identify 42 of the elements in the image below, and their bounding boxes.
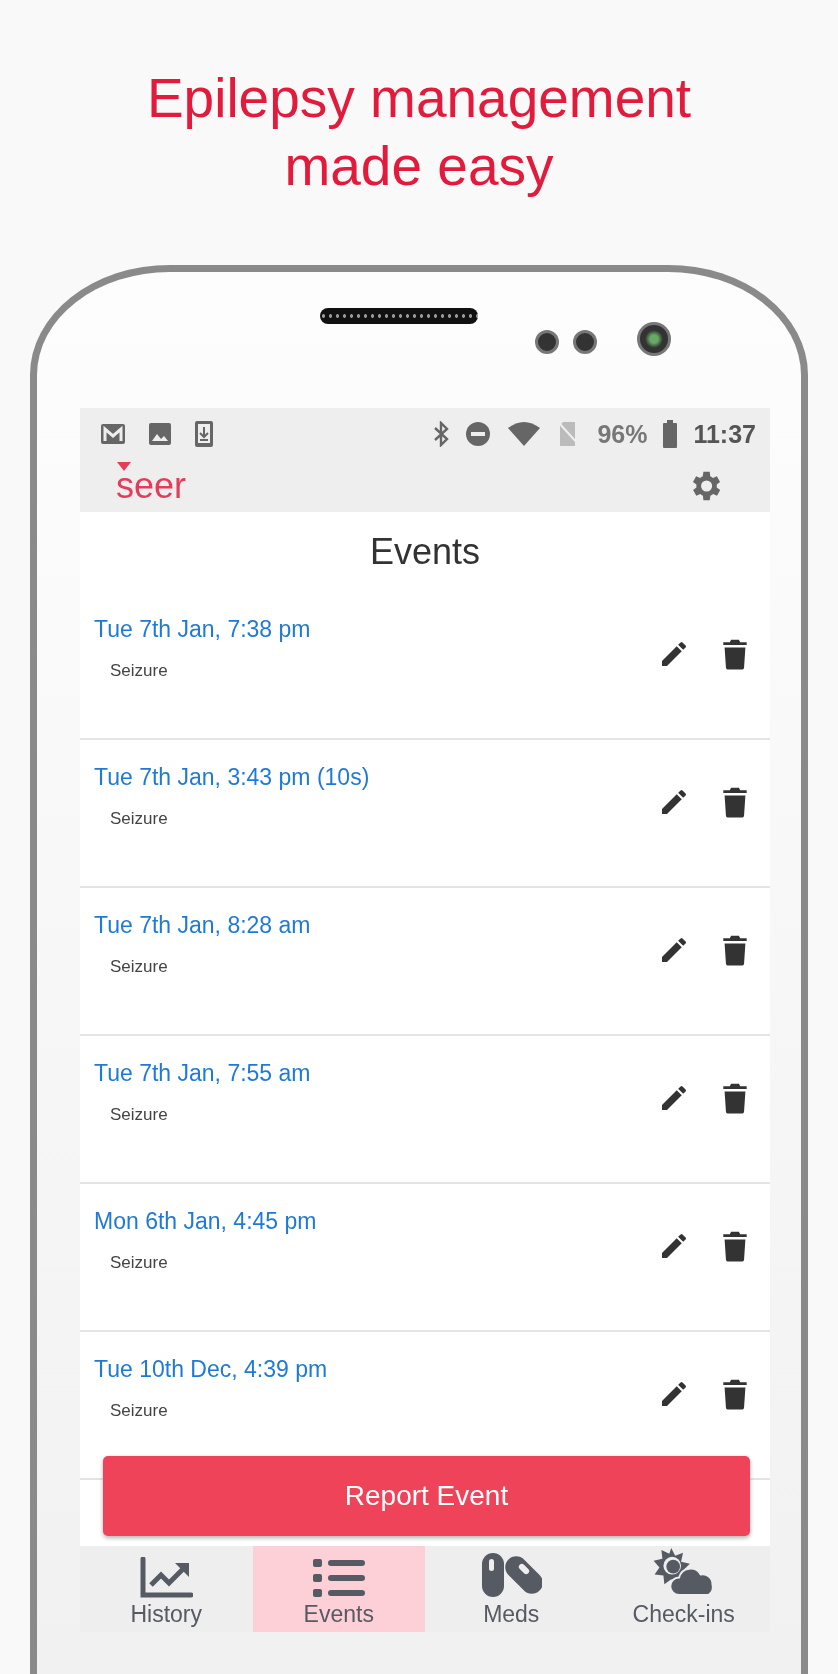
sensor: [535, 330, 559, 354]
pills-icon: [480, 1551, 543, 1599]
event-date[interactable]: Tue 7th Jan, 7:55 am: [94, 1060, 311, 1087]
event-type: Seizure: [110, 1253, 168, 1273]
sensor: [573, 330, 597, 354]
report-event-button[interactable]: Report Event: [103, 1456, 750, 1536]
delete-icon[interactable]: [722, 1378, 748, 1410]
clock: 11:37: [693, 419, 756, 449]
logo-mark-icon: [117, 462, 131, 471]
nav-tab[interactable]: Meds: [425, 1546, 598, 1632]
event-type: Seizure: [110, 809, 168, 829]
page-title: Events: [369, 531, 481, 573]
nav-tab[interactable]: Events: [252, 1546, 425, 1632]
delete-icon[interactable]: [722, 786, 748, 818]
list-icon: [310, 1557, 367, 1599]
nav-tab[interactable]: Check-ins: [597, 1546, 770, 1632]
delete-icon[interactable]: [722, 1082, 748, 1114]
event-type: Seizure: [110, 661, 168, 681]
battery-icon: [663, 420, 678, 448]
event-date[interactable]: Mon 6th Jan, 4:45 pm: [94, 1208, 317, 1235]
do-not-disturb-icon: [465, 421, 492, 447]
event-type: Seizure: [110, 1105, 168, 1125]
wifi-icon: [507, 421, 542, 447]
mail-icon: [100, 423, 126, 445]
delete-icon[interactable]: [722, 934, 748, 966]
logo: seer: [116, 466, 187, 506]
delete-icon[interactable]: [722, 1230, 748, 1262]
nav-tab[interactable]: History: [80, 1546, 253, 1632]
headline: Epilepsy management made easy: [145, 66, 693, 199]
event-type: Seizure: [110, 1401, 168, 1421]
event-date[interactable]: Tue 7th Jan, 8:28 am: [94, 912, 311, 939]
camera-lens: [637, 322, 671, 356]
chart-icon: [139, 1557, 194, 1599]
event-date[interactable]: Tue 7th Jan, 3:43 pm (10s): [94, 764, 370, 791]
event-date[interactable]: Tue 10th Dec, 4:39 pm: [94, 1356, 328, 1383]
battery-percent: 96%: [597, 419, 648, 449]
bluetooth-icon: [433, 421, 450, 447]
event-type: Seizure: [110, 957, 168, 977]
image-icon: [148, 422, 172, 446]
delete-icon[interactable]: [722, 638, 748, 670]
download-icon: [194, 420, 214, 448]
event-date[interactable]: Tue 7th Jan, 7:38 pm: [94, 616, 311, 643]
